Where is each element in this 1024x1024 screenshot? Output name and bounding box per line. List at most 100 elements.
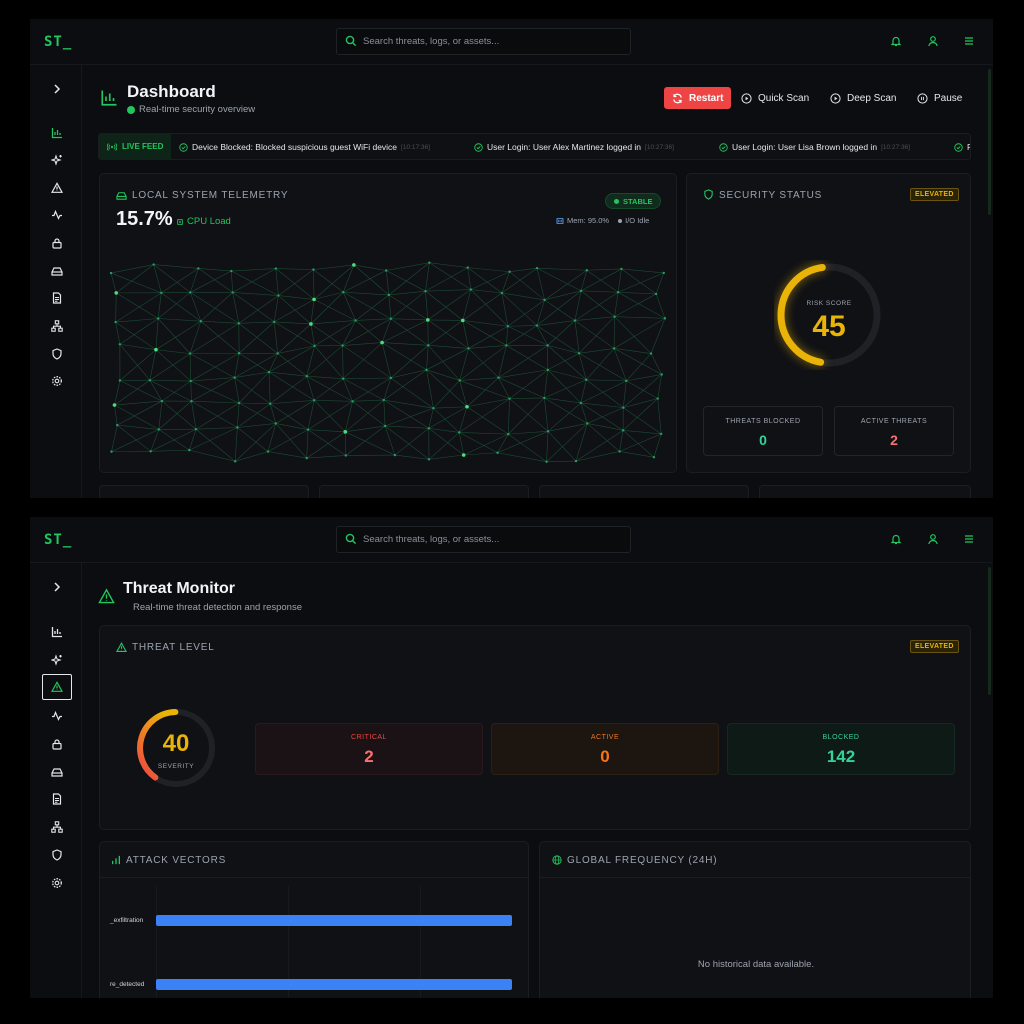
mesh-link — [657, 398, 662, 434]
mesh-link — [428, 408, 434, 429]
mesh-link — [622, 380, 627, 408]
quick-scan-button[interactable]: Quick Scan — [741, 87, 809, 109]
sidebar-item-security[interactable] — [42, 842, 72, 868]
feed-item[interactable]: Device Blocked: Blocked suspicious guest… — [179, 142, 430, 152]
mesh-link — [586, 379, 624, 408]
mesh-link — [653, 433, 662, 458]
risk-score-label: RISK SCORE — [806, 300, 852, 307]
sidebar-item-dashboard[interactable] — [42, 619, 72, 645]
mesh-link — [575, 451, 620, 462]
feed-item[interactable]: F — [954, 142, 970, 152]
sub-card — [319, 485, 529, 498]
mesh-link — [308, 429, 346, 433]
sidebar-item-activity[interactable] — [42, 703, 72, 729]
user-icon[interactable] — [927, 35, 939, 47]
mesh-node — [276, 352, 279, 355]
search-input[interactable]: Search threats, logs, or assets... — [336, 28, 631, 55]
mesh-link — [506, 326, 509, 346]
sidebar-item-access[interactable] — [42, 731, 72, 757]
feed-item[interactable]: User Login: User Lisa Brown logged in [1… — [719, 142, 910, 152]
sidebar-item-network[interactable] — [42, 814, 72, 840]
mesh-link — [116, 292, 159, 319]
activity-icon — [52, 710, 62, 721]
mesh-link — [234, 377, 240, 404]
mesh-link — [231, 270, 279, 296]
mesh-node — [272, 320, 276, 324]
mesh-node — [305, 456, 308, 460]
app-logo[interactable]: ST_ — [44, 532, 72, 548]
sidebar-item-activity[interactable] — [42, 202, 72, 228]
vector-bar[interactable] — [156, 915, 512, 926]
mesh-link — [342, 264, 355, 293]
mesh-node — [160, 291, 163, 295]
deep-scan-button[interactable]: Deep Scan — [830, 87, 896, 109]
scrollbar[interactable] — [988, 69, 991, 215]
mesh-link — [189, 321, 202, 354]
sidebar-item-settings[interactable] — [42, 368, 72, 394]
mesh-link — [190, 381, 192, 402]
mesh-link — [578, 353, 587, 380]
menu-icon[interactable] — [963, 533, 975, 545]
mesh-link — [278, 295, 312, 325]
critical-stat: CRITICAL 2 — [255, 723, 483, 775]
mesh-link — [234, 377, 271, 404]
mesh-link — [355, 318, 391, 321]
mesh-node — [469, 288, 473, 291]
sidebar-item-logs[interactable] — [42, 285, 72, 311]
sidebar-expand-button[interactable] — [42, 76, 72, 102]
sidebar-item-dashboard[interactable] — [42, 120, 72, 146]
bell-icon[interactable] — [890, 35, 902, 47]
mesh-link — [273, 321, 278, 354]
pause-button[interactable]: Pause — [917, 87, 962, 109]
restart-button[interactable]: Restart — [664, 87, 732, 109]
page-title: Threat Monitor — [123, 580, 235, 597]
feed-item[interactable]: User Login: User Alex Martinez logged in… — [474, 142, 674, 152]
mesh-link — [158, 318, 201, 322]
bell-icon[interactable] — [890, 533, 902, 545]
sidebar-item-threats[interactable] — [42, 175, 72, 201]
mesh-node — [160, 399, 164, 403]
mesh-link — [232, 292, 240, 324]
scrollbar[interactable] — [988, 567, 991, 695]
sidebar-item-storage[interactable] — [42, 759, 72, 785]
mesh-link — [355, 320, 383, 343]
sidebar-item-access[interactable] — [42, 230, 72, 256]
mesh-link — [467, 267, 510, 272]
sidebar-item-logs[interactable] — [42, 786, 72, 812]
mesh-link — [195, 402, 240, 430]
mesh-link — [274, 299, 315, 323]
alert-triangle-icon — [98, 588, 115, 604]
mesh-link — [544, 379, 587, 399]
sidebar-item-ai[interactable] — [42, 147, 72, 173]
subtitle-text: Real-time security overview — [139, 104, 256, 115]
menu-icon[interactable] — [963, 35, 975, 47]
sidebar-item-storage[interactable] — [42, 258, 72, 284]
sidebar-item-threats[interactable] — [42, 674, 72, 700]
mesh-link — [425, 267, 468, 292]
sidebar-item-ai[interactable] — [42, 647, 72, 673]
mesh-node — [114, 291, 119, 295]
sidebar-item-network[interactable] — [42, 313, 72, 339]
sidebar-item-security[interactable] — [42, 341, 72, 367]
page-title: Dashboard — [127, 82, 216, 101]
vector-bar[interactable] — [156, 979, 512, 990]
user-icon[interactable] — [927, 533, 939, 545]
mesh-link — [536, 267, 582, 292]
threat-badge: ELEVATED — [910, 188, 959, 201]
mesh-node — [579, 401, 583, 405]
search-input[interactable]: Search threats, logs, or assets... — [336, 526, 631, 553]
alert-triangle-icon — [51, 182, 63, 193]
sidebar-item-settings[interactable] — [42, 870, 72, 896]
mesh-link — [381, 342, 427, 371]
app-logo[interactable]: ST_ — [44, 34, 72, 50]
mesh-link — [344, 431, 347, 456]
mesh-node — [465, 404, 469, 409]
mesh-link — [355, 294, 390, 321]
mesh-link — [466, 406, 509, 435]
mesh-node — [496, 451, 499, 454]
mesh-link — [578, 316, 615, 354]
broadcast-icon — [107, 142, 117, 151]
divider — [540, 877, 970, 878]
sidebar-expand-button[interactable] — [42, 574, 72, 600]
mesh-link — [313, 269, 344, 293]
